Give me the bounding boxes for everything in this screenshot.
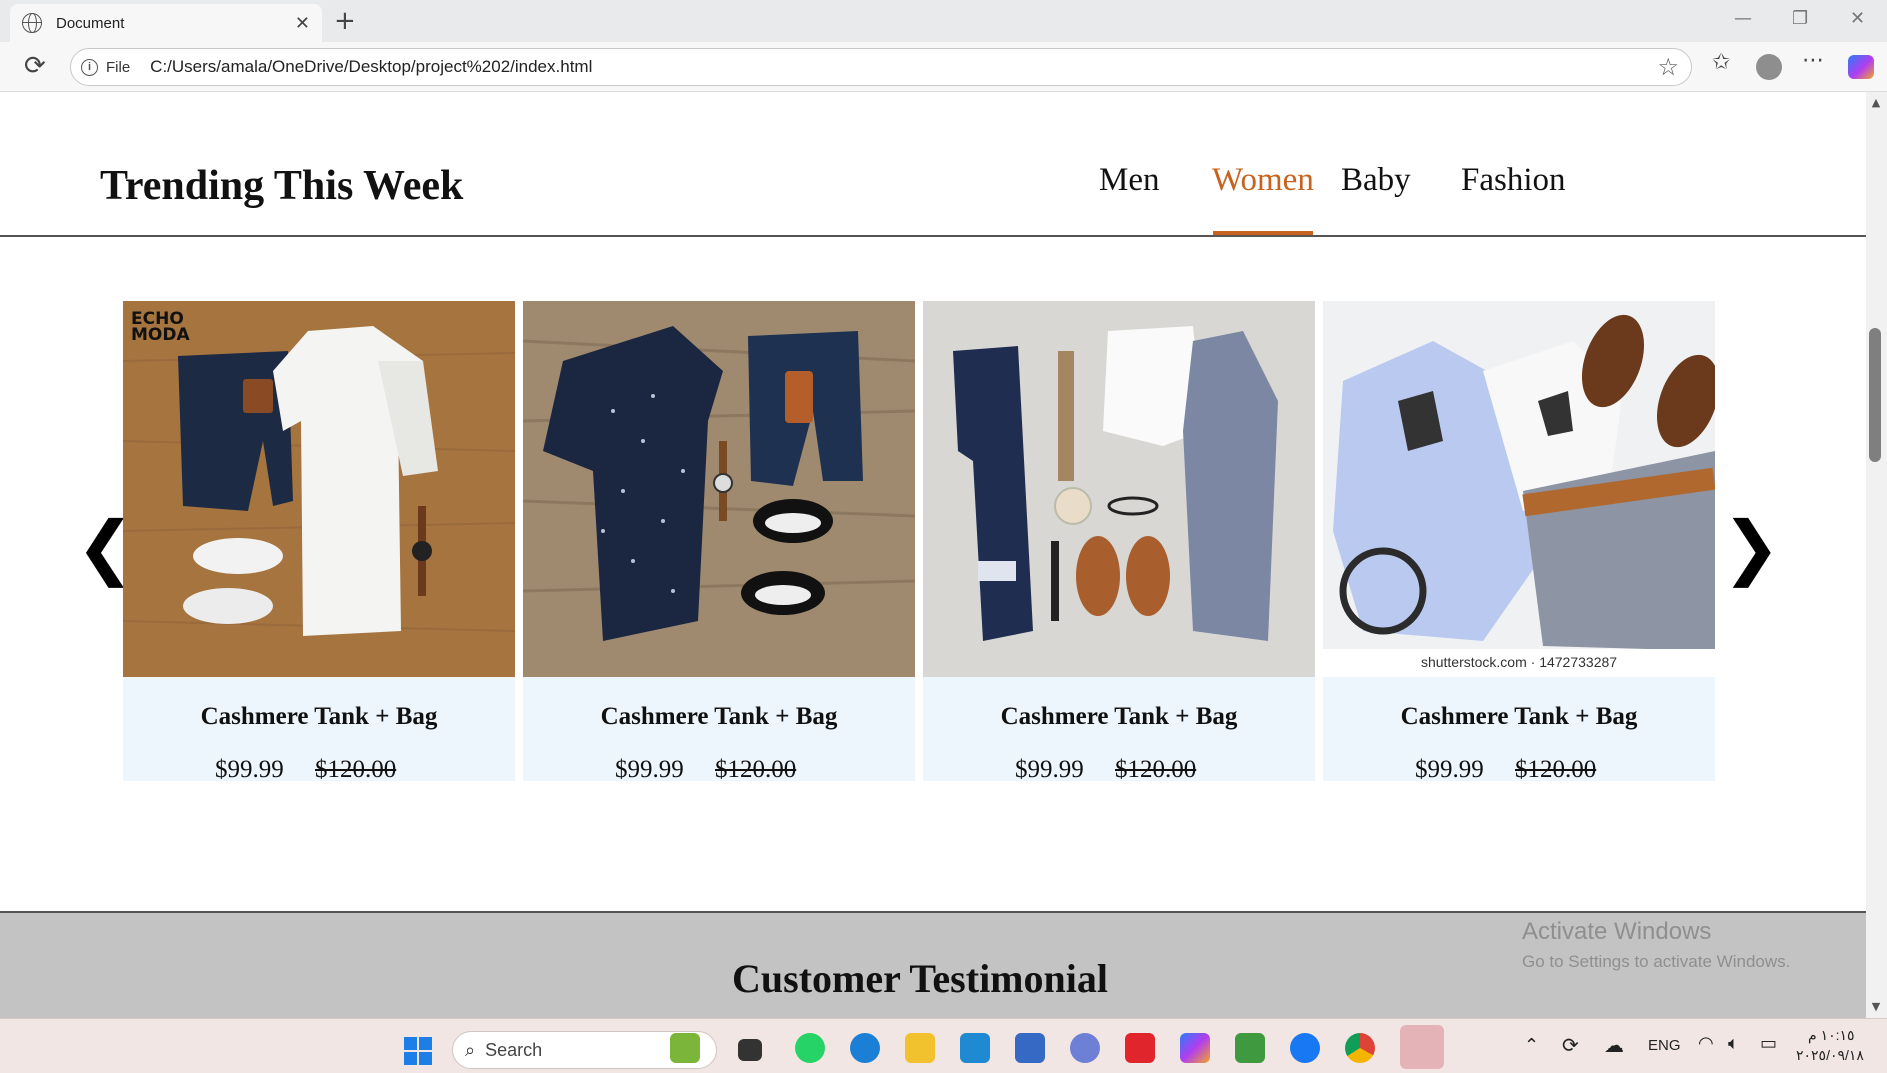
image-watermark: shutterstock.com · 1472733287 (1420, 654, 1618, 670)
activate-subtitle: Go to Settings to activate Windows. (1522, 952, 1791, 971)
restore-button[interactable]: ❐ (1792, 8, 1808, 29)
app-icon[interactable] (1070, 1033, 1100, 1063)
store-icon[interactable] (1015, 1033, 1045, 1063)
page-content: Trending This Week Men Women Baby Fashio… (0, 92, 1866, 1018)
url-scheme-label: File (106, 58, 131, 76)
product-card[interactable]: ECHO MODA Cashmere Tank + Bag $99.99 $12… (123, 301, 515, 783)
product-card[interactable]: Cashmere Tank + Bag $99.99 $120.00 (523, 301, 915, 783)
product-old-price: $120.00 (1115, 756, 1197, 783)
browser-tab[interactable]: Document ✕ (10, 4, 322, 42)
info-icon[interactable]: i (81, 58, 98, 76)
product-image[interactable] (123, 301, 515, 677)
product-old-price: $120.00 (1515, 756, 1597, 783)
section-title: Trending This Week (100, 163, 464, 209)
whatsapp-icon[interactable] (795, 1033, 825, 1063)
product-price: $99.99 (1015, 756, 1084, 783)
tab-bar: Document ✕ + — ❐ ✕ (0, 0, 1887, 42)
minimize-button[interactable]: — (1734, 8, 1752, 29)
product-price: $99.99 (615, 756, 684, 783)
url-text[interactable]: C:/Users/amala/OneDrive/Desktop/project%… (150, 57, 592, 77)
new-tab-button[interactable]: + (334, 6, 356, 36)
sync-icon[interactable]: ⟳ (1562, 1033, 1579, 1058)
reload-icon[interactable]: ⟳ (24, 51, 46, 81)
wps-icon[interactable] (1125, 1033, 1155, 1063)
language-indicator[interactable]: ENG (1648, 1037, 1681, 1054)
cloud-icon[interactable]: ☁ (1604, 1033, 1624, 1058)
nav-women[interactable]: Women (1212, 162, 1314, 199)
product-card[interactable]: Cashmere Tank + Bag $99.99 $120.00 (923, 301, 1315, 783)
clock-date[interactable]: ٢٠٢٥/٠٩/١٨ (1796, 1047, 1864, 1064)
copilot-icon[interactable] (1848, 55, 1874, 79)
search-icon: ⌕ (465, 1039, 476, 1061)
vscode-icon[interactable] (960, 1033, 990, 1063)
edge-icon[interactable] (850, 1033, 880, 1063)
activate-windows-watermark: Activate Windows Go to Settings to activ… (1522, 918, 1790, 972)
activate-title: Activate Windows (1522, 918, 1712, 945)
scrollbar-thumb[interactable] (1869, 328, 1881, 462)
hexagon-app-icon[interactable] (1235, 1033, 1265, 1063)
product-image[interactable] (923, 301, 1315, 677)
wifi-icon[interactable]: ◠ (1698, 1033, 1714, 1054)
scroll-down-icon[interactable]: ▼ (1869, 1000, 1883, 1013)
close-tab-icon[interactable]: ✕ (295, 13, 310, 34)
product-title: Cashmere Tank + Bag (1000, 703, 1238, 730)
clock-time[interactable]: ١٠:١٥ م (1808, 1027, 1855, 1044)
product-image[interactable] (523, 301, 915, 677)
scroll-up-icon[interactable]: ▲ (1869, 96, 1883, 109)
tab-title: Document (56, 14, 125, 32)
taskbar: ⌕ Search ⌃ ⟳ ☁ ENG ◠ 🔈︎ ▭ ١٠:١٥ م ٢٠٢٥/٠… (0, 1018, 1887, 1073)
file-explorer-icon[interactable] (905, 1033, 935, 1063)
product-price: $99.99 (1415, 756, 1484, 783)
product-price: $99.99 (215, 756, 284, 783)
product-old-price: $120.00 (715, 756, 797, 783)
nav-baby[interactable]: Baby (1341, 162, 1411, 199)
product-old-price: $120.00 (315, 756, 397, 783)
address-bar-row: ⟳ i File C:/Users/amala/OneDrive/Desktop… (0, 42, 1887, 92)
brand-badge: ECHO MODA (131, 309, 190, 345)
search-label: Search (485, 1039, 543, 1060)
product-title: Cashmere Tank + Bag (1400, 703, 1638, 730)
favorite-star-icon[interactable]: ☆ (1657, 53, 1679, 81)
nav-men[interactable]: Men (1099, 162, 1160, 199)
windows-start-icon[interactable] (404, 1037, 432, 1065)
section-divider (0, 235, 1866, 237)
close-window-button[interactable]: ✕ (1850, 8, 1865, 29)
product-title: Cashmere Tank + Bag (600, 703, 838, 730)
profile-avatar[interactable] (1756, 54, 1782, 80)
favorites-icon[interactable]: ✩ (1712, 50, 1730, 75)
nav-fashion[interactable]: Fashion (1461, 162, 1566, 199)
bamboo-widget-icon[interactable] (670, 1033, 700, 1063)
battery-icon[interactable]: ▭ (1760, 1033, 1777, 1054)
scrollbar-track[interactable] (1866, 92, 1887, 1018)
product-title: Cashmere Tank + Bag (200, 703, 438, 730)
address-bar[interactable]: i File C:/Users/amala/OneDrive/Desktop/p… (70, 48, 1692, 86)
task-view-icon[interactable] (738, 1039, 762, 1061)
snipping-tool-icon[interactable] (1400, 1025, 1444, 1069)
volume-icon[interactable]: 🔈︎ (1728, 1033, 1739, 1054)
chrome-icon[interactable] (1345, 1033, 1375, 1063)
next-arrow-icon[interactable]: ❯ (1722, 512, 1781, 582)
product-card[interactable]: shutterstock.com · 1472733287 Cashmere T… (1323, 301, 1715, 783)
more-menu-icon[interactable]: ⋯ (1802, 48, 1824, 73)
tray-overflow-icon[interactable]: ⌃ (1524, 1035, 1539, 1056)
messenger-icon[interactable] (1290, 1033, 1320, 1063)
product-image[interactable] (1323, 301, 1715, 677)
copilot-app-icon[interactable] (1180, 1033, 1210, 1063)
globe-icon (22, 13, 42, 33)
